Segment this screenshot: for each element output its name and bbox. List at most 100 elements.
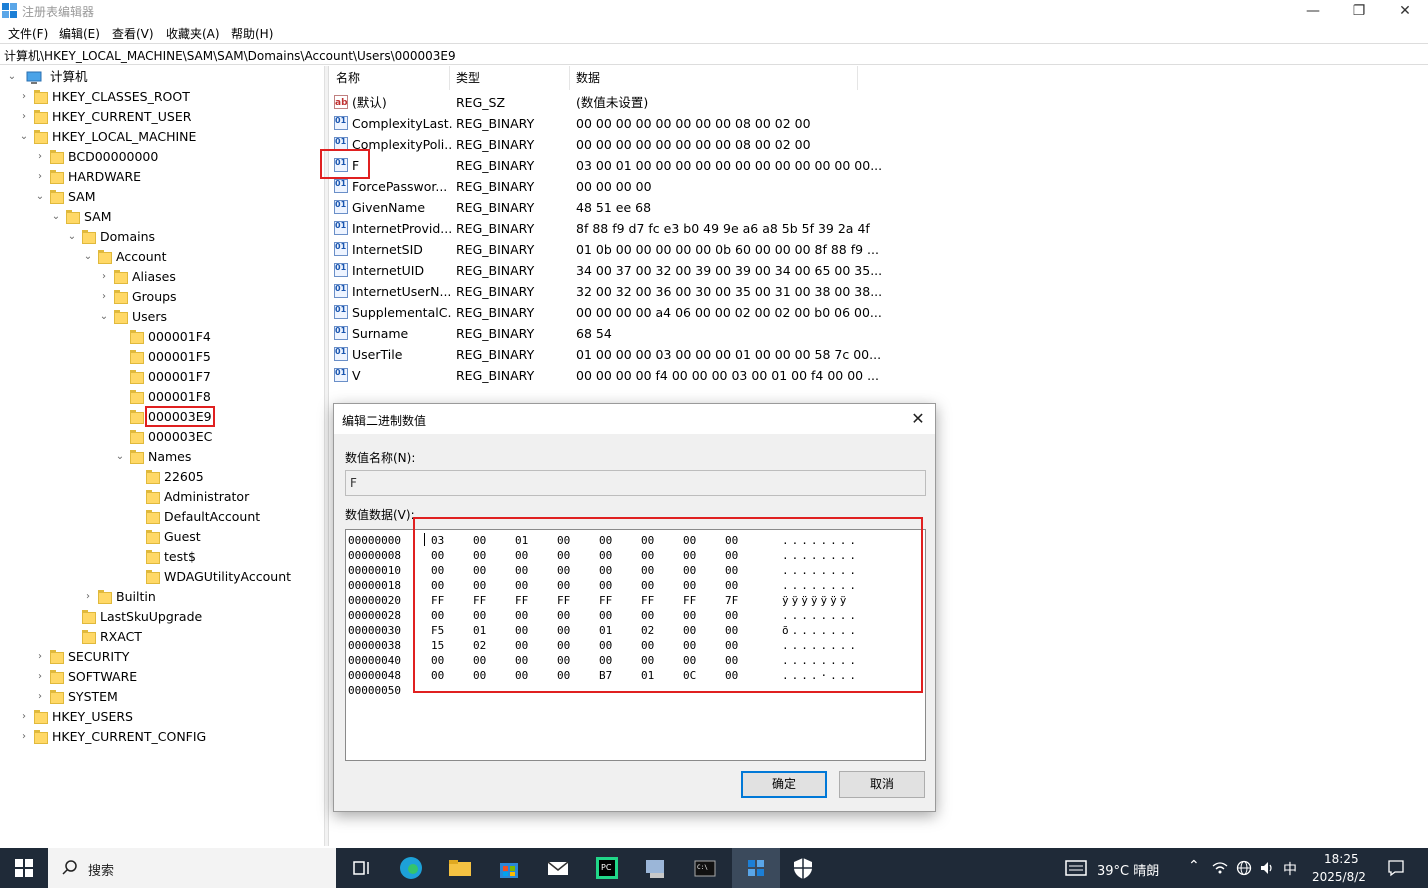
file-explorer-icon[interactable] (446, 854, 474, 882)
chevron-right-icon[interactable]: › (98, 267, 110, 287)
chevron-down-icon[interactable]: ⌄ (82, 247, 94, 267)
value-row[interactable]: 011 110 SupplementalC... REG_BINARY 00 00 0… (334, 302, 894, 323)
tree-item[interactable]: › Aliases (98, 267, 176, 287)
tree-item[interactable]: › SECURITY (34, 647, 129, 667)
tree-item[interactable]: › HKEY_USERS (18, 707, 133, 727)
start-button[interactable] (0, 848, 48, 888)
chevron-up-icon[interactable]: ⌃ (1188, 858, 1200, 874)
tree-item[interactable]: › SYSTEM (34, 687, 118, 707)
chevron-down-icon[interactable]: ⌄ (18, 127, 30, 147)
tree-item[interactable]: 000003EC (114, 427, 212, 447)
maximize-button[interactable]: ❐ (1336, 0, 1382, 22)
tree-item[interactable]: Administrator (130, 487, 249, 507)
value-row[interactable]: 011 110 ComplexityLast... REG_BINARY 00 00 … (334, 113, 894, 134)
chevron-right-icon[interactable]: › (18, 707, 30, 727)
tree-item[interactable]: ⌄ SAM (34, 187, 96, 207)
tree-item[interactable]: ⌄ Names (114, 447, 192, 467)
terminal-icon[interactable]: C:\ (691, 854, 719, 882)
address-bar[interactable]: 计算机\HKEY_LOCAL_MACHINE\SAM\SAM\Domains\A… (0, 43, 1428, 65)
task-view-icon[interactable] (348, 854, 376, 882)
store-icon[interactable] (495, 854, 523, 882)
column-header-name[interactable]: 名称 (330, 66, 450, 90)
menu-view[interactable]: 查看(V) (112, 25, 154, 42)
value-row[interactable]: 011 110 UserTile REG_BINARY 01 00 00 00 03 … (334, 344, 894, 365)
notification-icon[interactable] (1387, 859, 1405, 877)
value-row[interactable]: 011 110 InternetProvid... REG_BINARY 8f 88 … (334, 218, 894, 239)
tree-item[interactable]: 000001F7 (114, 367, 211, 387)
chevron-right-icon[interactable]: › (34, 147, 46, 167)
chevron-right-icon[interactable]: › (34, 647, 46, 667)
tree-item[interactable]: ⌄ Account (82, 247, 167, 267)
edge-icon[interactable] (397, 854, 425, 882)
value-row[interactable]: 011 110 Surname REG_BINARY 68 54 (334, 323, 894, 344)
ok-button[interactable]: 确定 (741, 771, 827, 798)
tree-item[interactable]: ⌄ HKEY_LOCAL_MACHINE (18, 127, 197, 147)
cancel-button[interactable]: 取消 (839, 771, 925, 798)
tree-item[interactable]: 000001F4 (114, 327, 211, 347)
tree-item[interactable]: › SOFTWARE (34, 667, 137, 687)
value-row[interactable]: 011 110 ForcePasswor... REG_BINARY 00 00 00… (334, 176, 894, 197)
tree-pane[interactable]: ⌄ 计算机 › HKEY_CLASSES_ROOT › HKEY_CURRENT_US… (0, 66, 325, 846)
tree-item[interactable]: › HKEY_CURRENT_USER (18, 107, 191, 127)
tree-item[interactable]: ⌄ SAM (50, 207, 112, 227)
tree-item[interactable]: ⌄ Domains (66, 227, 155, 247)
globe-icon[interactable] (1236, 860, 1252, 876)
chevron-down-icon[interactable]: ⌄ (98, 307, 110, 327)
pane-splitter[interactable] (325, 66, 329, 846)
chevron-right-icon[interactable]: › (18, 87, 30, 107)
chevron-down-icon[interactable]: ⌄ (34, 187, 46, 207)
chevron-down-icon[interactable]: ⌄ (6, 67, 18, 87)
chevron-right-icon[interactable]: › (18, 727, 30, 747)
value-row[interactable]: 011 110 InternetSID REG_BINARY 01 0b 00 00 … (334, 239, 894, 260)
tree-item-computer[interactable]: ⌄ 计算机 (6, 67, 88, 87)
chevron-right-icon[interactable]: › (34, 167, 46, 187)
tree-item[interactable]: ⌄ Users (98, 307, 167, 327)
value-row[interactable]: 011 110FREG_BINARY03 00 01 00 00 00 00 0… (334, 155, 894, 176)
menu-edit[interactable]: 编辑(E) (59, 25, 100, 42)
tree-item[interactable]: › HKEY_CURRENT_CONFIG (18, 727, 206, 747)
minimize-button[interactable]: — (1290, 0, 1336, 22)
weather-text[interactable]: 39°C 晴朗 (1097, 860, 1159, 879)
chevron-right-icon[interactable]: › (98, 287, 110, 307)
security-shield-icon[interactable] (789, 854, 817, 882)
tree-item[interactable]: › Groups (98, 287, 177, 307)
value-row[interactable]: 011 110 InternetUID REG_BINARY 34 00 37 00 … (334, 260, 894, 281)
value-row[interactable]: 011 110 InternetUserN... REG_BINARY 32 00 3… (334, 281, 894, 302)
tree-item[interactable]: › Builtin (82, 587, 156, 607)
tree-item[interactable]: LastSkuUpgrade (66, 607, 202, 627)
close-button[interactable]: ✕ (1382, 0, 1428, 22)
dialog-close-button[interactable]: ✕ (907, 409, 929, 429)
taskbar-search[interactable]: 搜索 (48, 848, 336, 888)
chevron-right-icon[interactable]: › (34, 687, 46, 707)
menu-help[interactable]: 帮助(H) (231, 25, 273, 42)
tree-item[interactable]: RXACT (66, 627, 142, 647)
pycharm-icon[interactable]: PC (593, 854, 621, 882)
tree-item[interactable]: Guest (130, 527, 201, 547)
weather-icon[interactable] (1065, 859, 1087, 877)
value-row[interactable]: ab (默认) REG_SZ (数值未设置) (334, 92, 894, 113)
column-header-data[interactable]: 数据 (570, 66, 858, 90)
address-path[interactable]: 计算机\HKEY_LOCAL_MACHINE\SAM\SAM\Domains\A… (4, 47, 456, 64)
chevron-down-icon[interactable]: ⌄ (114, 447, 126, 467)
tree-item[interactable]: test$ (130, 547, 196, 567)
regedit-taskbar-icon[interactable] (742, 854, 770, 882)
menu-favorites[interactable]: 收藏夹(A) (166, 25, 220, 42)
value-row[interactable]: 011 110ComplexityPoli...REG_BINARY00 00 … (334, 134, 894, 155)
tree-item[interactable]: 000003E9 (114, 406, 215, 427)
menu-file[interactable]: 文件(F) (8, 25, 48, 42)
volume-icon[interactable] (1259, 860, 1275, 876)
chevron-right-icon[interactable]: › (34, 667, 46, 687)
network-tool-icon[interactable] (642, 854, 670, 882)
clock-time[interactable]: 18:25 (1324, 852, 1359, 866)
tree-item[interactable]: › HARDWARE (34, 167, 141, 187)
tree-item[interactable]: 22605 (130, 467, 204, 487)
mail-icon[interactable] (544, 854, 572, 882)
network-icon[interactable] (1212, 860, 1228, 876)
clock-date[interactable]: 2025/8/2 (1312, 870, 1366, 884)
column-header-type[interactable]: 类型 (450, 66, 570, 90)
value-row[interactable]: 011 110 GivenName REG_BINARY 48 51 ee 68 (334, 197, 894, 218)
chevron-down-icon[interactable]: ⌄ (66, 227, 78, 247)
tree-item[interactable]: 000001F5 (114, 347, 211, 367)
tree-item[interactable]: 000001F8 (114, 387, 211, 407)
tree-item[interactable]: DefaultAccount (130, 507, 260, 527)
